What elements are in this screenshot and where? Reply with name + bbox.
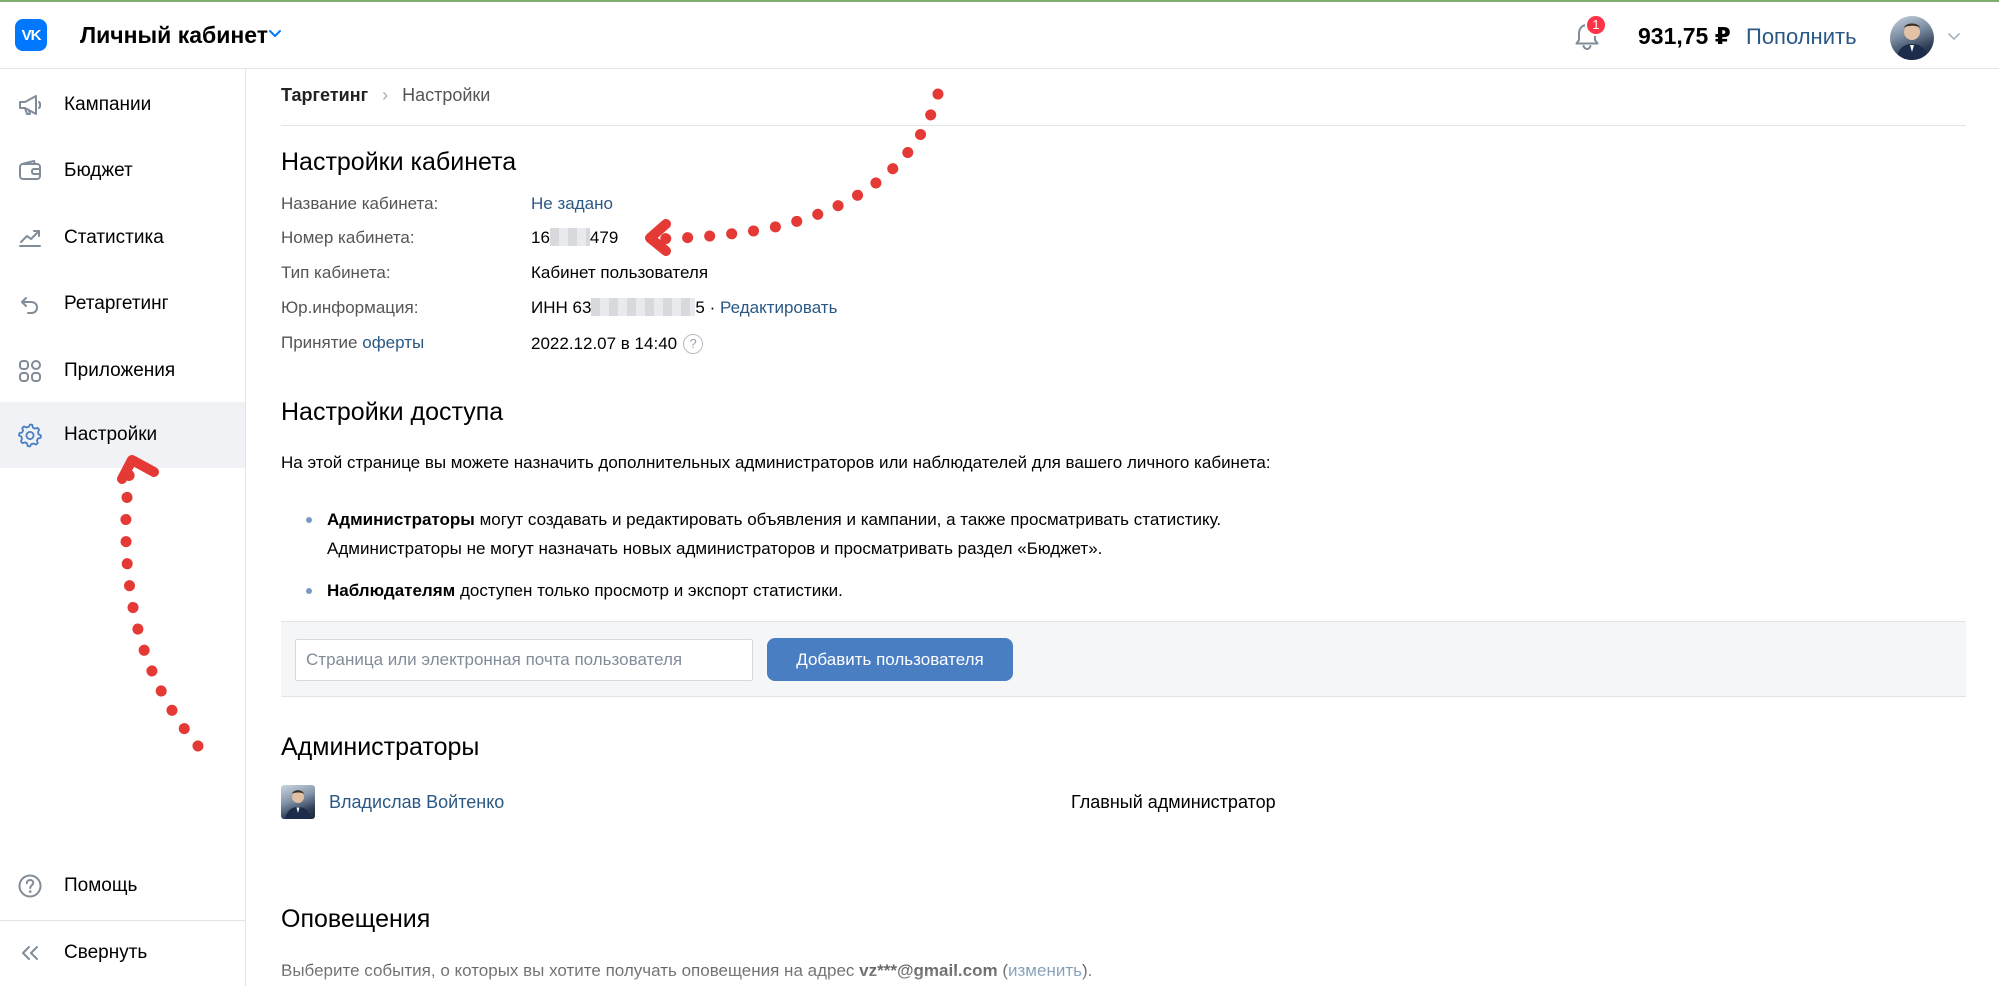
sidebar-item-help[interactable]: Помощь: [0, 853, 245, 919]
chart-line-icon: [19, 230, 41, 247]
app-window: VK Личный кабинет 1 931,75 ₽ Пополнить К…: [0, 0, 1999, 986]
admins-text-1: могут создавать и редактировать объявлен…: [479, 510, 1222, 529]
admins-bold: Администраторы: [327, 510, 475, 529]
cabinet-type-value: Кабинет пользователя: [531, 263, 709, 282]
notifications-email: vz***@gmail.com: [859, 961, 998, 980]
notifications-title: Оповещения: [281, 905, 431, 933]
add-user-button[interactable]: Добавить пользователя: [767, 638, 1013, 681]
topup-link[interactable]: Пополнить: [1746, 24, 1857, 50]
paren-close: ).: [1081, 961, 1093, 980]
offer-label-text: Принятие: [281, 333, 358, 352]
cabinet-title[interactable]: Личный кабинет: [80, 22, 268, 49]
sidebar-collapse-button[interactable]: Свернуть: [0, 920, 245, 986]
sidebar-item-retargeting[interactable]: Ретаргетинг: [0, 271, 245, 337]
notifications-text: Выберите события, о которых вы хотите по…: [281, 961, 1092, 981]
user-avatar[interactable]: [1890, 16, 1934, 60]
offer-link[interactable]: оферты: [362, 333, 424, 352]
admin-name-link[interactable]: Владислав Войтенко: [329, 792, 504, 813]
notification-badge: 1: [1585, 14, 1607, 36]
vk-logo[interactable]: VK: [15, 19, 47, 51]
legal-edit-link[interactable]: Редактировать: [720, 298, 837, 317]
apps-grid-icon: [19, 360, 41, 382]
legal-info-label: Юр.информация:: [281, 298, 419, 317]
offer-date: 2022.12.07 в 14:40: [531, 334, 678, 353]
sidebar-item-label: Помощь: [64, 875, 138, 896]
cabinet-number-prefix: 16: [531, 228, 550, 247]
access-settings-title: Настройки доступа: [281, 398, 504, 426]
table-row: Владислав Войтенко Главный администратор: [281, 785, 1966, 821]
sidebar-item-label: Настройки: [64, 424, 158, 445]
user-search-input[interactable]: [295, 639, 753, 681]
legal-separator: ·: [709, 298, 716, 317]
help-circle-icon: [18, 874, 42, 898]
cabinet-name-link[interactable]: Не задано: [531, 194, 613, 214]
sidebar-item-label: Свернуть: [64, 942, 148, 963]
bullet-marker: [306, 588, 312, 594]
cabinet-number-value: 16 479: [531, 228, 618, 248]
inn-suffix: 5: [695, 298, 705, 317]
observers-description: Наблюдателям доступен только просмотр и …: [327, 576, 843, 605]
cabinet-name-label: Название кабинета:: [281, 194, 439, 213]
cabinet-type-label: Тип кабинета:: [281, 263, 391, 282]
sidebar: Кампании Бюджет Статистика Ретаргетинг П…: [0, 69, 246, 986]
retarget-arrow-icon: [21, 297, 39, 314]
sidebar-item-apps[interactable]: Приложения: [0, 338, 245, 404]
chevron-down-icon[interactable]: [1946, 28, 1962, 44]
megaphone-icon: [19, 95, 42, 115]
sidebar-item-label: Приложения: [64, 360, 176, 381]
help-question-icon[interactable]: ?: [683, 334, 704, 354]
inn-prefix: ИНН 63: [531, 298, 592, 317]
sidebar-item-settings[interactable]: Настройки: [0, 402, 245, 468]
redacted-blur: [591, 298, 696, 316]
observers-bold: Наблюдателям: [327, 581, 456, 600]
add-user-panel: Добавить пользователя: [281, 621, 1966, 697]
bullet-marker: [306, 517, 312, 523]
cabinet-number-label: Номер кабинета:: [281, 228, 415, 247]
collapse-chevrons-icon: [22, 946, 38, 960]
top-header: VK Личный кабинет 1 931,75 ₽ Пополнить: [0, 0, 1999, 69]
breadcrumb-divider: [281, 125, 1966, 126]
breadcrumb-separator: ›: [382, 85, 389, 105]
notifications-prefix: Выберите события, о которых вы хотите по…: [281, 961, 855, 980]
breadcrumb-settings: Настройки: [402, 85, 491, 105]
cabinet-number-suffix: 479: [589, 228, 619, 247]
gear-icon: [18, 423, 42, 448]
sidebar-item-budget[interactable]: Бюджет: [0, 138, 245, 204]
admins-description: Администраторы могут создавать и редакти…: [327, 505, 1221, 563]
breadcrumb-targeting[interactable]: Таргетинг: [281, 85, 368, 106]
sidebar-item-campaigns[interactable]: Кампании: [0, 72, 245, 138]
admin-role: Главный администратор: [1071, 792, 1276, 812]
balance-amount: 931,75 ₽: [1638, 23, 1731, 49]
change-email-link[interactable]: изменить: [1008, 961, 1082, 980]
admins-text-2: Администраторы не могут назначать новых …: [327, 539, 1103, 558]
avatar[interactable]: [281, 785, 315, 819]
offer-value: 2022.12.07 в 14:40?: [531, 334, 704, 354]
chevron-down-icon[interactable]: [266, 24, 284, 42]
administrators-title: Администраторы: [281, 733, 480, 761]
sidebar-item-label: Статистика: [64, 227, 164, 248]
redacted-blur: [549, 228, 590, 246]
observers-text: доступен только просмотр и экспорт стати…: [459, 581, 843, 600]
sidebar-item-label: Кампании: [64, 94, 152, 115]
access-intro-text: На этой странице вы можете назначить доп…: [281, 453, 1271, 472]
sidebar-item-label: Ретаргетинг: [64, 293, 169, 314]
sidebar-item-label: Бюджет: [64, 160, 133, 181]
cabinet-settings-title: Настройки кабинета: [281, 148, 517, 176]
wallet-icon: [19, 160, 41, 180]
sidebar-item-statistics[interactable]: Статистика: [0, 205, 245, 271]
breadcrumb: Таргетинг › Настройки: [281, 85, 490, 106]
legal-info-value: ИНН 63 5 · Редактировать: [531, 298, 837, 318]
main-content: Таргетинг › Настройки Настройки кабинета…: [281, 69, 1966, 986]
offer-label: Принятие оферты: [281, 333, 424, 353]
